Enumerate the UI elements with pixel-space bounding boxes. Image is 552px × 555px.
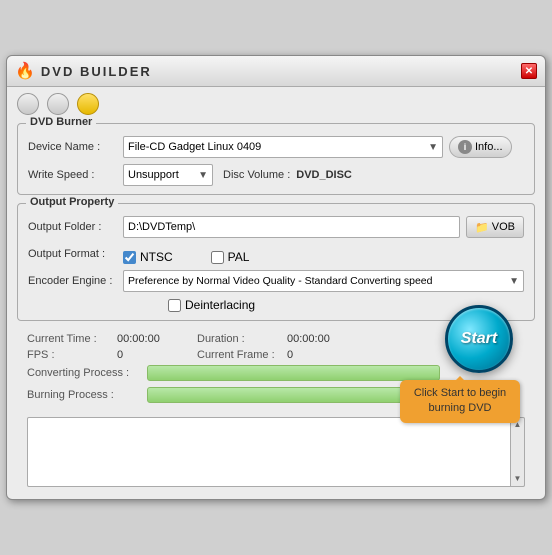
format-checkboxes: NTSC PAL (123, 250, 249, 264)
deinterlace-label: Deinterlacing (185, 298, 255, 312)
pal-label: PAL (228, 250, 250, 264)
fps-value: 0 (117, 349, 197, 361)
burning-label: Burning Process : (27, 389, 147, 401)
device-value: File-CD Gadget Linux 0409 (128, 141, 261, 153)
output-format-row: Output Format : NTSC PAL (28, 244, 524, 264)
converting-percent: 0 % (148, 380, 439, 381)
duration-label: Duration : (197, 333, 287, 345)
encoder-row: Encoder Engine : Preference by Normal Vi… (28, 270, 524, 292)
start-tooltip: Click Start to begin burning DVD (400, 380, 520, 423)
device-name-label: Device Name : (28, 141, 123, 153)
traffic-lights (17, 93, 535, 115)
main-window: 🔥 DVD BUILDER ✕ DVD Burner Device Name :… (6, 55, 546, 500)
encoder-arrow: ▼ (509, 276, 519, 287)
stats-area: Current Time : 00:00:00 Duration : 00:00… (17, 329, 535, 413)
duration-value: 00:00:00 (287, 333, 367, 345)
write-speed-row: Write Speed : Unsupport ▼ Disc Volume : … (28, 164, 524, 186)
log-box (27, 417, 511, 487)
flame-icon: 🔥 (15, 61, 35, 81)
encoder-value: Preference by Normal Video Quality - Sta… (128, 275, 432, 287)
fps-label: FPS : (27, 349, 117, 361)
output-property-label: Output Property (26, 196, 118, 208)
encoder-dropdown[interactable]: Preference by Normal Video Quality - Sta… (123, 270, 524, 292)
close-button[interactable]: ✕ (521, 63, 537, 79)
tl-button-2[interactable] (47, 93, 69, 115)
dvd-burner-label: DVD Burner (26, 116, 96, 128)
current-time-label: Current Time : (27, 333, 117, 345)
info-button[interactable]: i Info... (449, 136, 512, 158)
burning-percent: 0 % (148, 402, 439, 403)
log-section: ▲ ▼ (27, 417, 525, 487)
tl-button-3[interactable] (77, 93, 99, 115)
converting-label: Converting Process : (27, 367, 147, 379)
dvd-burner-group: DVD Burner Device Name : File-CD Gadget … (17, 123, 535, 195)
deinterlace-checkbox[interactable] (168, 299, 181, 312)
output-property-group: Output Property Output Folder : 📁 VOB Ou… (17, 203, 535, 321)
encoder-label: Encoder Engine : (28, 275, 123, 287)
disc-volume-label: Disc Volume : (223, 169, 290, 181)
start-label: Start (461, 330, 497, 348)
ntsc-label: NTSC (140, 250, 173, 264)
burning-progress: 0 % (147, 387, 440, 403)
vob-button[interactable]: 📁 VOB (466, 216, 524, 238)
current-frame-value: 0 (287, 349, 367, 361)
folder-icon: 📁 (475, 221, 489, 234)
current-frame-label: Current Frame : (197, 349, 287, 361)
device-name-row: Device Name : File-CD Gadget Linux 0409 … (28, 136, 524, 158)
device-dropdown[interactable]: File-CD Gadget Linux 0409 ▼ (123, 136, 443, 158)
tl-button-1[interactable] (17, 93, 39, 115)
ntsc-checkbox[interactable] (123, 251, 136, 264)
disc-volume-value: DVD_DISC (296, 169, 352, 181)
output-folder-label: Output Folder : (28, 221, 123, 233)
log-scrollbar[interactable]: ▲ ▼ (511, 417, 525, 487)
info-icon: i (458, 140, 472, 154)
current-time-value: 00:00:00 (117, 333, 197, 345)
write-speed-value: Unsupport (128, 169, 179, 181)
output-folder-input[interactable] (123, 216, 460, 238)
converting-progress: 0 % (147, 365, 440, 381)
title-bar-left: 🔥 DVD BUILDER (15, 61, 152, 81)
write-speed-label: Write Speed : (28, 169, 123, 181)
info-btn-label: Info... (475, 141, 503, 153)
write-speed-arrow: ▼ (198, 170, 208, 181)
output-folder-row: Output Folder : 📁 VOB (28, 216, 524, 238)
vob-btn-label: VOB (492, 221, 515, 233)
device-dropdown-arrow: ▼ (428, 142, 438, 153)
pal-item: PAL (211, 250, 250, 264)
converting-row: Converting Process : 0 % (27, 365, 525, 381)
scroll-down-icon[interactable]: ▼ (514, 474, 522, 484)
start-area: Converting Process : 0 % Start Burning P… (27, 365, 525, 403)
ntsc-item: NTSC (123, 250, 173, 264)
write-speed-dropdown[interactable]: Unsupport ▼ (123, 164, 213, 186)
output-format-label: Output Format : (28, 248, 123, 260)
title-bar: 🔥 DVD BUILDER ✕ (7, 56, 545, 87)
pal-checkbox[interactable] (211, 251, 224, 264)
start-button[interactable]: Start (445, 305, 513, 373)
window-title: DVD BUILDER (41, 64, 152, 79)
